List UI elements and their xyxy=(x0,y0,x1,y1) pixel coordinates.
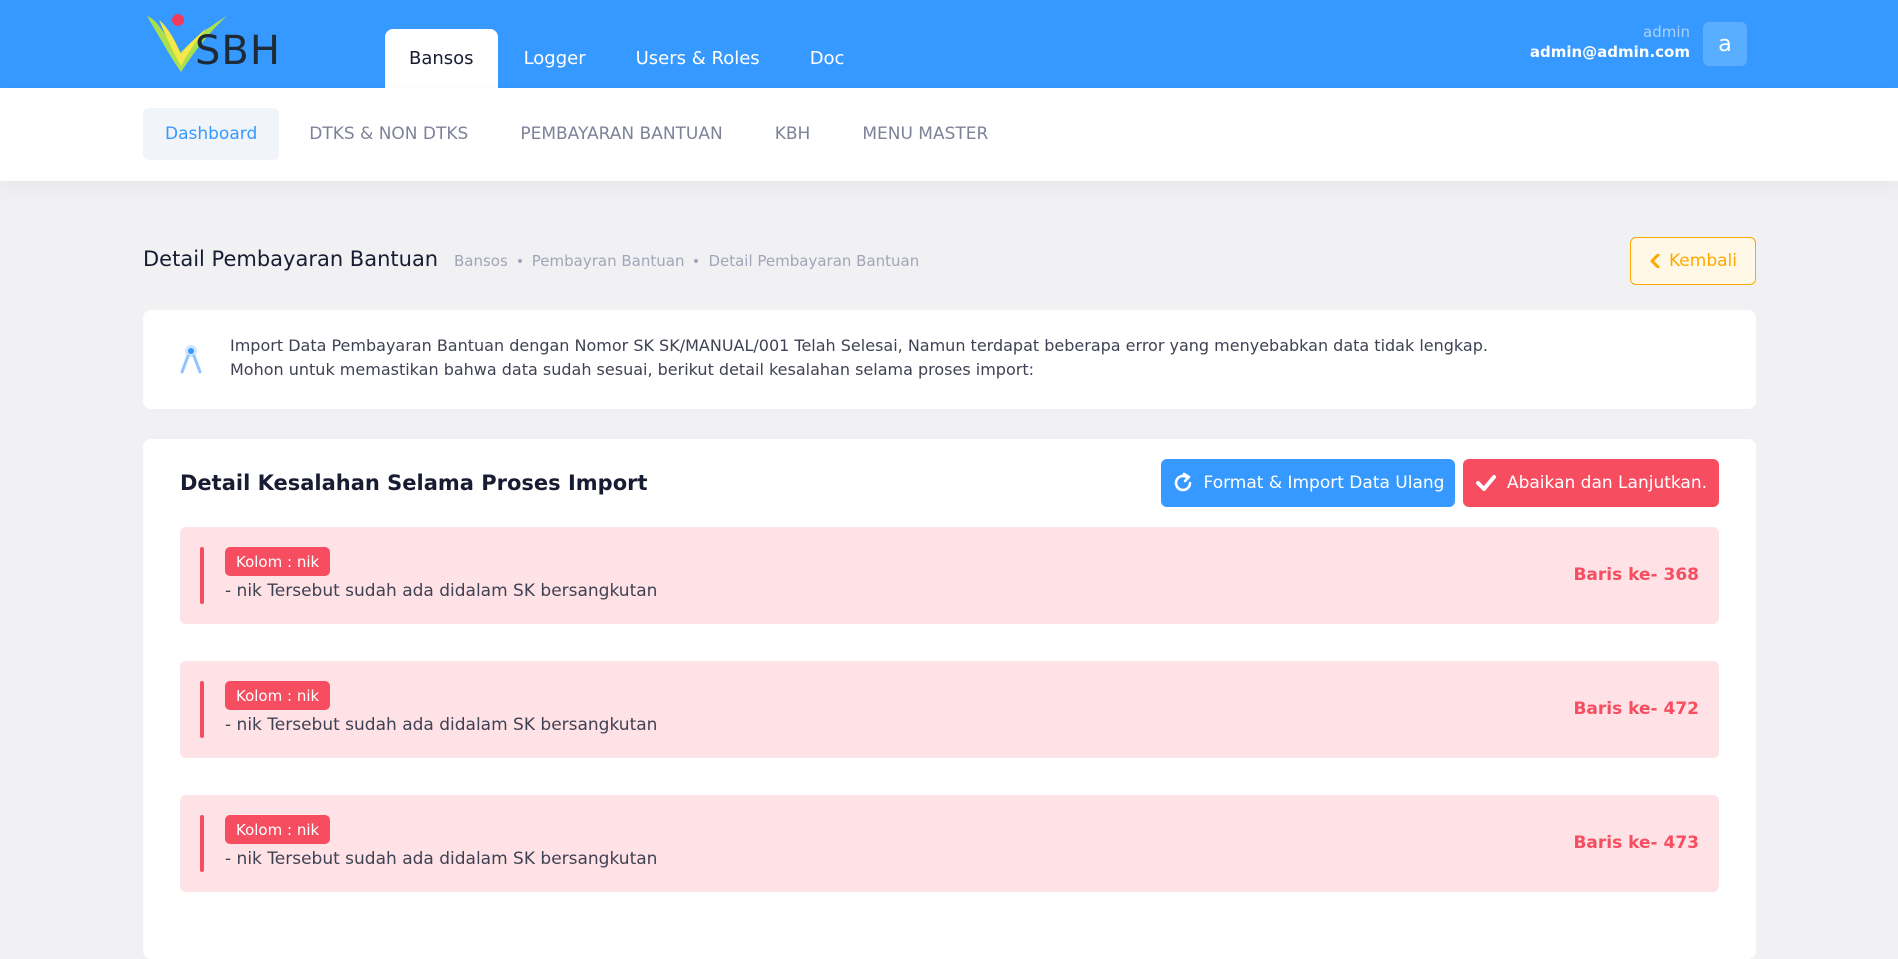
error-item: Kolom : nik - nik Tersebut sudah ada did… xyxy=(180,527,1719,624)
tab-users-roles[interactable]: Users & Roles xyxy=(612,29,784,88)
check-icon xyxy=(1475,475,1496,491)
top-header: SBH Bansos Logger Users & Roles Doc admi… xyxy=(0,0,1898,88)
tab-bansos[interactable]: Bansos xyxy=(385,29,498,88)
notice-line-1: Import Data Pembayaran Bantuan dengan No… xyxy=(230,336,1488,355)
logo-text: SBH xyxy=(195,28,281,74)
error-row-number: Baris ke- 473 xyxy=(1573,833,1699,853)
main-tabs: Bansos Logger Users & Roles Doc xyxy=(385,29,870,88)
subnav-item-dashboard[interactable]: Dashboard xyxy=(143,108,280,160)
user-name: admin xyxy=(1643,23,1690,41)
error-row-number: Baris ke- 472 xyxy=(1573,699,1699,719)
ignore-continue-button[interactable]: Abaikan dan Lanjutkan. xyxy=(1463,459,1719,507)
user-info[interactable]: admin admin@admin.com xyxy=(1530,22,1690,62)
avatar[interactable]: a xyxy=(1703,22,1747,66)
ignore-continue-button-label: Abaikan dan Lanjutkan. xyxy=(1506,473,1708,493)
error-column-badge: Kolom : nik xyxy=(225,681,331,710)
compass-icon xyxy=(180,345,202,374)
breadcrumb: Bansos Pembayran Bantuan Detail Pembayar… xyxy=(454,252,919,270)
error-list: Kolom : nik - nik Tersebut sudah ada did… xyxy=(180,527,1719,929)
breadcrumb-separator xyxy=(694,259,699,263)
subnav-item-pembayaran-bantuan[interactable]: PEMBAYARAN BANTUAN xyxy=(498,108,744,160)
reimport-button[interactable]: Format & Import Data Ulang xyxy=(1161,459,1455,507)
page-title: Detail Pembayaran Bantuan xyxy=(143,247,439,271)
breadcrumb-item-current: Detail Pembayaran Bantuan xyxy=(708,252,920,270)
sub-navigation: Dashboard DTKS & NON DTKS PEMBAYARAN BAN… xyxy=(0,88,1898,181)
notice-line-2: Mohon untuk memastikan bahwa data sudah … xyxy=(230,360,1034,379)
reimport-button-label: Format & Import Data Ulang xyxy=(1203,473,1445,493)
tab-doc[interactable]: Doc xyxy=(786,29,869,88)
error-indicator-bar xyxy=(200,815,204,872)
error-indicator-bar xyxy=(200,681,204,738)
subnav-item-dtks[interactable]: DTKS & NON DTKS xyxy=(287,108,490,160)
import-notice: Import Data Pembayaran Bantuan dengan No… xyxy=(143,310,1756,409)
back-button-label: Kembali xyxy=(1669,251,1737,271)
user-email: admin@admin.com xyxy=(1529,43,1690,61)
card-title: Detail Kesalahan Selama Proses Import xyxy=(180,471,648,495)
error-item: Kolom : nik - nik Tersebut sudah ada did… xyxy=(180,661,1719,758)
breadcrumb-separator xyxy=(517,259,522,263)
subnav-item-menu-master[interactable]: MENU MASTER xyxy=(840,108,1010,160)
refresh-icon xyxy=(1174,472,1191,492)
error-column-badge: Kolom : nik xyxy=(225,815,331,844)
breadcrumb-item-bansos[interactable]: Bansos xyxy=(454,252,508,270)
subnav-item-kbh[interactable]: KBH xyxy=(753,108,833,160)
back-button[interactable]: Kembali xyxy=(1630,237,1756,285)
error-row-number: Baris ke- 368 xyxy=(1573,565,1699,585)
error-details-card: Detail Kesalahan Selama Proses Import Fo… xyxy=(143,439,1756,959)
chevron-left-icon xyxy=(1650,254,1660,268)
sbh-logo[interactable]: SBH xyxy=(145,10,295,76)
error-indicator-bar xyxy=(200,547,204,604)
error-item: Kolom : nik - nik Tersebut sudah ada did… xyxy=(180,795,1719,892)
error-message: - nik Tersebut sudah ada didalam SK bers… xyxy=(225,581,658,601)
error-message: - nik Tersebut sudah ada didalam SK bers… xyxy=(225,715,658,735)
tab-logger[interactable]: Logger xyxy=(500,29,610,88)
error-column-badge: Kolom : nik xyxy=(225,547,331,576)
breadcrumb-item-pembayaran[interactable]: Pembayran Bantuan xyxy=(532,252,685,270)
error-message: - nik Tersebut sudah ada didalam SK bers… xyxy=(225,849,658,869)
notice-text: Import Data Pembayaran Bantuan dengan No… xyxy=(230,334,1488,382)
